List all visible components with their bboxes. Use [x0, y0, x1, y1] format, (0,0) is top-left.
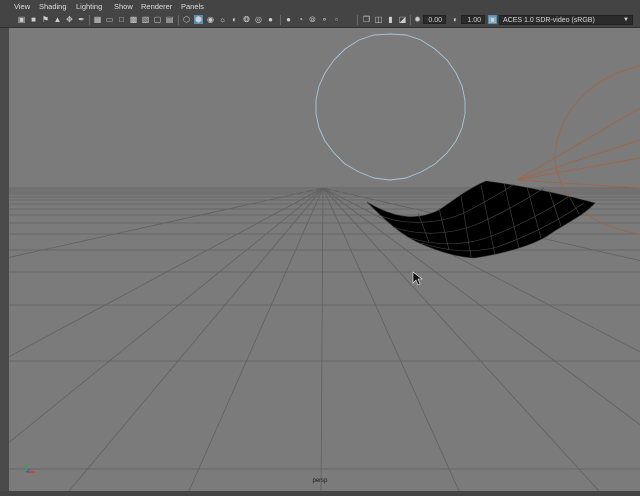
default-material-icon[interactable]: ▫ [332, 15, 341, 24]
view-transform-select[interactable]: ACES 1.0 SDR-video (sRGB) ▼ [499, 15, 633, 25]
xray-icon[interactable]: ◔ [296, 15, 305, 24]
chevron-down-icon: ▼ [623, 17, 629, 23]
gamma-icon[interactable]: ◐ [451, 15, 460, 24]
shadows-icon[interactable]: ◐ [230, 15, 239, 24]
isolate-select-icon[interactable]: ● [284, 15, 293, 24]
image-plane-icon[interactable]: ▲ [53, 15, 62, 24]
ambient-occlusion-icon[interactable]: ❂ [242, 15, 251, 24]
menu-shading[interactable]: Shading [37, 0, 69, 13]
viewport-edge [0, 28, 9, 491]
toolbar-separator [410, 15, 411, 25]
safe-title-icon[interactable]: ▤ [165, 15, 174, 24]
panel-layout-icon[interactable]: ◫ [374, 15, 383, 24]
color-management-icon[interactable]: ▣ [488, 15, 497, 24]
parallel-stereo-icon[interactable]: ▮ [386, 15, 395, 24]
grid-icon[interactable]: ▦ [93, 15, 102, 24]
grease-pencil-icon[interactable]: ✒ [77, 15, 86, 24]
resolution-gate-icon[interactable]: □ [117, 15, 126, 24]
toolbar-separator [357, 15, 358, 25]
gamma-field[interactable]: 1.00 [461, 15, 485, 24]
exposure-icon[interactable]: ✹ [413, 15, 422, 24]
mouse-cursor-icon [412, 271, 423, 286]
wireframe-icon[interactable]: ⬡ [182, 15, 191, 24]
backface-icon[interactable]: ⚬ [320, 15, 329, 24]
axis-gizmo [25, 463, 35, 473]
toolbar-separator [280, 15, 281, 25]
camera-attributes-icon[interactable]: ■ [29, 15, 38, 24]
sphere-wireframe[interactable] [315, 33, 466, 181]
viewport-scene[interactable] [0, 28, 640, 492]
menu-view[interactable]: View [12, 0, 32, 13]
panel-toolbar: ▣ ■ ⚑ ▲ ✥ ✒ ▦ ▭ □ ▩ ▧ ▢ ▤ ⬡ ⬢ ◉ ☼ ◐ ❂ ◎ … [0, 13, 640, 28]
toolbar-separator [178, 15, 179, 25]
film-gate-icon[interactable]: ▭ [105, 15, 114, 24]
field-chart-icon[interactable]: ▧ [141, 15, 150, 24]
xray-joints-icon[interactable]: ⦾ [308, 15, 317, 24]
view-transform-value: ACES 1.0 SDR-video (sRGB) [503, 17, 595, 24]
panel-menubar: View Shading Lighting Show Renderer Pane… [0, 0, 640, 13]
safe-action-icon[interactable]: ▢ [153, 15, 162, 24]
anti-aliasing-icon[interactable]: ● [266, 15, 275, 24]
menu-renderer[interactable]: Renderer [139, 0, 174, 13]
motion-blur-icon[interactable]: ◎ [254, 15, 263, 24]
exposure-field[interactable]: 0.00 [423, 15, 446, 24]
bookmark-icon[interactable]: ⚑ [41, 15, 50, 24]
smooth-shade-icon[interactable]: ⬢ [194, 15, 203, 24]
menu-lighting[interactable]: Lighting [74, 0, 104, 13]
persp-viewport[interactable] [0, 28, 640, 492]
lights-icon[interactable]: ☼ [218, 15, 227, 24]
menu-show[interactable]: Show [112, 0, 135, 13]
two-d-pan-icon[interactable]: ✥ [65, 15, 74, 24]
textured-icon[interactable]: ◉ [206, 15, 215, 24]
toggle-pane-icon[interactable]: ◪ [398, 15, 407, 24]
camera-name-label: persp [312, 478, 328, 484]
select-camera-icon[interactable]: ▣ [17, 15, 26, 24]
menu-panels[interactable]: Panels [179, 0, 206, 13]
toolbar-separator [89, 15, 90, 25]
hud-icon[interactable]: ❐ [362, 15, 371, 24]
depth-peel-icon[interactable]: ⠀ [344, 15, 353, 24]
gate-mask-icon[interactable]: ▩ [129, 15, 138, 24]
